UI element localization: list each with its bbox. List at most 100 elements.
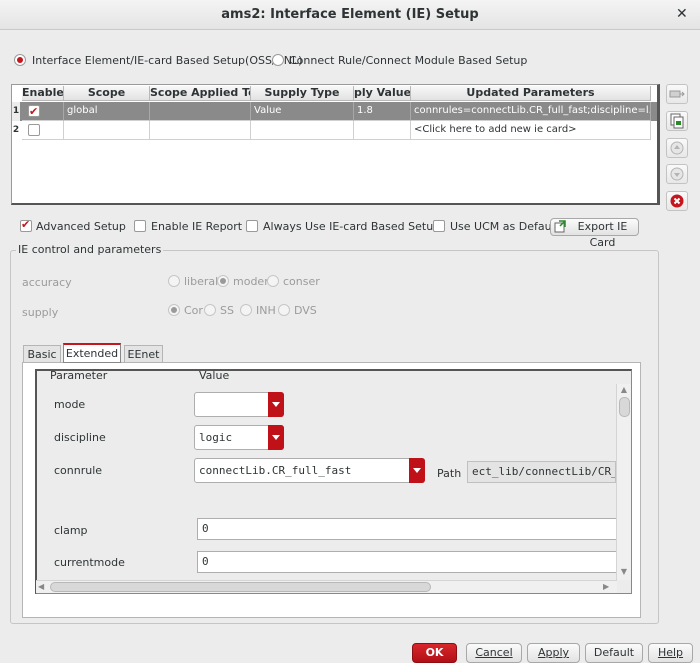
close-icon[interactable]: ✕ bbox=[676, 6, 688, 22]
accuracy-conservative-label: conser bbox=[283, 275, 320, 288]
scroll-left-icon[interactable]: ◀ bbox=[38, 581, 48, 593]
ok-label: OK bbox=[425, 646, 444, 659]
mode-label: mode bbox=[54, 398, 86, 411]
radio-ie-card-setup[interactable] bbox=[14, 54, 26, 66]
use-ucm-label: Use UCM as Default bbox=[450, 220, 559, 233]
col-header-parameter: Parameter bbox=[50, 369, 108, 382]
supply-ss-label: SS bbox=[220, 304, 234, 317]
chevron-down-icon bbox=[409, 458, 425, 483]
connrule-value: connectLib.CR_full_fast bbox=[199, 464, 352, 477]
supply-inh-label: INH bbox=[256, 304, 276, 317]
always-use-iecard-label: Always Use IE-card Based Setup bbox=[263, 220, 441, 233]
accuracy-label: accuracy bbox=[22, 276, 72, 289]
chevron-down-icon bbox=[268, 392, 284, 417]
cancel-label: Cancel bbox=[475, 646, 513, 659]
radio-connect-rule-setup[interactable] bbox=[272, 54, 284, 66]
clamp-field[interactable]: 0 bbox=[197, 518, 617, 540]
cancel-button[interactable]: Cancel bbox=[466, 643, 522, 663]
ok-button[interactable]: OK bbox=[412, 643, 457, 663]
connrule-label: connrule bbox=[54, 464, 103, 477]
scope-cell[interactable]: global bbox=[64, 102, 150, 121]
tab-eenet[interactable]: EEnet bbox=[124, 345, 163, 363]
scope-cell[interactable] bbox=[64, 121, 150, 140]
row-number: 2 bbox=[12, 125, 20, 135]
supply-value-cell[interactable] bbox=[354, 121, 411, 140]
advanced-setup-label: Advanced Setup bbox=[36, 220, 126, 233]
accuracy-conservative-radio[interactable] bbox=[267, 275, 279, 287]
discipline-value: logic bbox=[199, 431, 233, 444]
enable-cell bbox=[22, 121, 64, 140]
supply-type-cell[interactable]: Value bbox=[251, 102, 354, 121]
col-header-updated-params: Updated Parameters bbox=[411, 86, 651, 101]
scroll-up-icon[interactable]: ▲ bbox=[619, 385, 629, 395]
enable-checkbox[interactable] bbox=[28, 124, 40, 136]
always-use-iecard-checkbox[interactable] bbox=[246, 220, 258, 232]
clamp-label: clamp bbox=[54, 524, 88, 537]
accuracy-liberal-radio[interactable] bbox=[168, 275, 180, 287]
supply-dvs-label: DVS bbox=[294, 304, 317, 317]
vertical-scrollbar[interactable]: ▲ ▼ bbox=[616, 384, 631, 580]
scroll-down-icon[interactable]: ▼ bbox=[619, 567, 629, 577]
radio-ie-card-setup-label: Interface Element/IE-card Based Setup(OS… bbox=[32, 54, 303, 67]
window-title: ams2: Interface Element (IE) Setup bbox=[221, 7, 479, 22]
help-label: Help bbox=[657, 646, 684, 659]
radio-connect-rule-setup-label: Connect Rule/Connect Module Based Setup bbox=[289, 54, 528, 67]
scroll-right-icon[interactable]: ▶ bbox=[603, 581, 613, 593]
supply-inh-radio[interactable] bbox=[240, 304, 252, 316]
delete-card-icon[interactable] bbox=[666, 84, 688, 104]
row-number: 1 bbox=[12, 102, 20, 121]
default-label: Default bbox=[593, 646, 635, 659]
enable-cell bbox=[22, 102, 64, 121]
updated-params-cell[interactable]: connrules=connectLib.CR_full_fast;discip… bbox=[411, 102, 651, 121]
horizontal-scrollbar[interactable]: ◀ ▶ bbox=[36, 580, 617, 593]
enable-ie-report-checkbox[interactable] bbox=[134, 220, 146, 232]
table-row[interactable]: 1 global Value 1.8 connrules=connectLib.… bbox=[12, 102, 657, 121]
default-button[interactable]: Default bbox=[585, 643, 643, 663]
horizontal-scroll-thumb[interactable] bbox=[50, 582, 431, 592]
help-button[interactable]: Help bbox=[648, 643, 693, 663]
remove-icon[interactable] bbox=[666, 191, 688, 211]
discipline-select[interactable]: logic bbox=[194, 425, 284, 450]
col-header-scope: Scope bbox=[64, 86, 150, 101]
apply-button[interactable]: Apply bbox=[527, 643, 580, 663]
accuracy-liberal-label: liberal bbox=[184, 275, 219, 288]
supply-cor-label: Cor bbox=[184, 304, 203, 317]
path-field[interactable]: ect_lib/connectLib/CR_ bbox=[467, 461, 616, 483]
copy-card-icon[interactable] bbox=[666, 111, 688, 131]
supply-value-cell[interactable]: 1.8 bbox=[354, 102, 411, 121]
connrule-select[interactable]: connectLib.CR_full_fast bbox=[194, 458, 425, 483]
export-ie-card-button[interactable]: Export IE Card bbox=[550, 218, 639, 249]
vertical-scroll-thumb[interactable] bbox=[619, 397, 630, 417]
use-ucm-checkbox[interactable] bbox=[433, 220, 445, 232]
chevron-down-icon bbox=[268, 425, 284, 450]
supply-label: supply bbox=[22, 306, 59, 319]
enable-checkbox[interactable] bbox=[28, 103, 40, 120]
currentmode-field[interactable]: 0 bbox=[197, 551, 617, 573]
mode-select[interactable] bbox=[194, 392, 284, 417]
supply-dvs-radio[interactable] bbox=[278, 304, 290, 316]
advanced-setup-checkbox[interactable] bbox=[20, 218, 32, 232]
move-up-icon[interactable] bbox=[666, 138, 688, 158]
table-row[interactable]: 2 <Click here to add new ie card> bbox=[12, 121, 657, 140]
accuracy-moderate-radio[interactable] bbox=[217, 275, 229, 287]
move-down-icon[interactable] bbox=[666, 164, 688, 184]
accuracy-moderate-label: moder bbox=[233, 275, 269, 288]
path-label: Path bbox=[437, 467, 462, 480]
ie-card-table: Enable Scope Scope Applied To Supply Typ… bbox=[11, 84, 660, 205]
col-header-supply-type: Supply Type bbox=[251, 86, 354, 101]
enable-ie-report-label: Enable IE Report bbox=[151, 220, 243, 233]
col-header-enable: Enable bbox=[22, 86, 64, 101]
supply-type-cell[interactable] bbox=[251, 121, 354, 140]
col-header-value: Value bbox=[199, 369, 230, 382]
export-icon bbox=[554, 220, 566, 238]
add-ie-card-cell[interactable]: <Click here to add new ie card> bbox=[411, 121, 651, 140]
supply-cor-radio[interactable] bbox=[168, 304, 180, 316]
scope-applied-cell[interactable] bbox=[150, 121, 251, 140]
scope-applied-cell[interactable] bbox=[150, 102, 251, 121]
tab-basic[interactable]: Basic bbox=[23, 345, 61, 363]
discipline-label: discipline bbox=[54, 431, 106, 444]
col-header-supply-value: ply Value/I bbox=[354, 86, 411, 101]
export-ie-card-label: Export IE Card bbox=[577, 220, 628, 249]
tab-extended[interactable]: Extended bbox=[63, 343, 121, 363]
supply-ss-radio[interactable] bbox=[204, 304, 216, 316]
